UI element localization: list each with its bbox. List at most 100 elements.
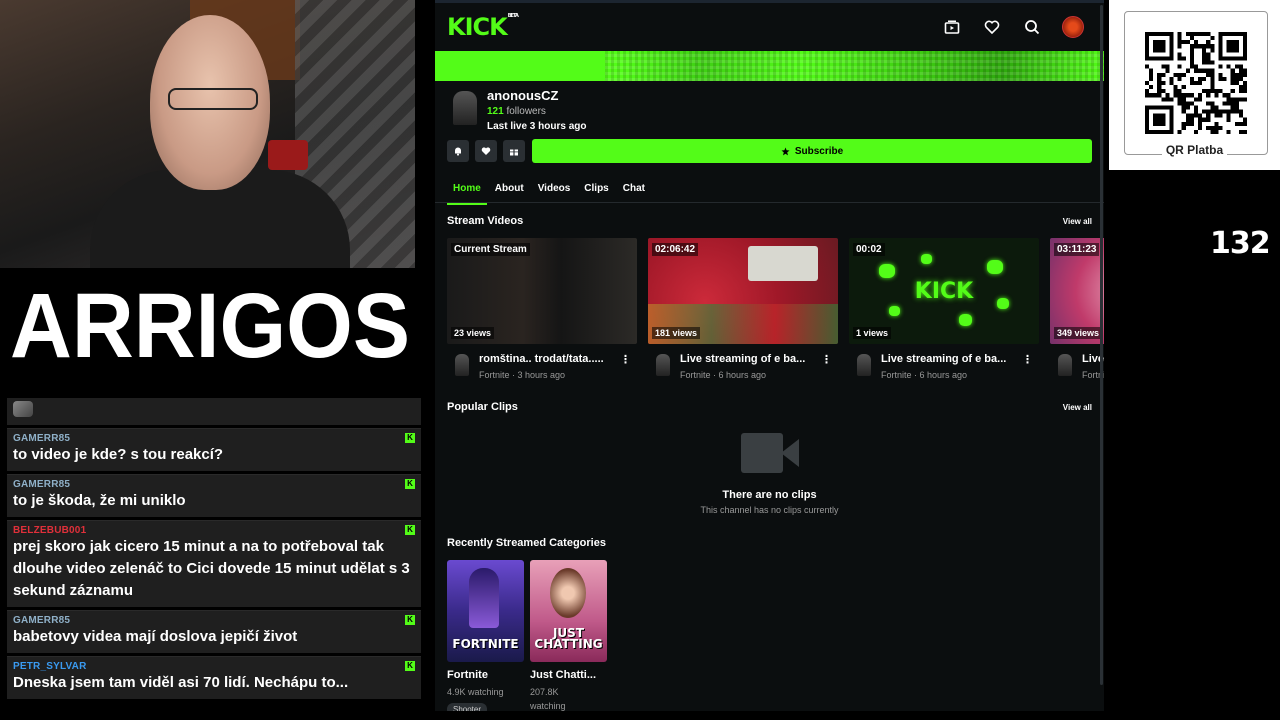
video-meta: Live Fortnite	[1050, 352, 1104, 390]
stream-videos-title: Stream Videos	[447, 215, 524, 227]
video-channel-avatar[interactable]	[1058, 354, 1072, 376]
chat-overlay: GAMERR85 K to video je kde? s tou reakcí…	[7, 398, 421, 702]
video-views: 349 views	[1054, 327, 1103, 339]
chat-username: PETR_SYLVAR	[13, 661, 87, 672]
chat-message: GAMERR85 K to video je kde? s tou reakcí…	[7, 428, 421, 471]
kick-blob-icon	[921, 254, 932, 264]
page-scrollbar[interactable]	[1100, 5, 1103, 685]
category-watching: 207.8K watching	[530, 687, 566, 711]
heart-icon[interactable]	[982, 17, 1002, 37]
clips-empty-state: There are no clips This channel has no c…	[435, 433, 1104, 515]
webcam-feed	[0, 0, 415, 268]
video-title[interactable]: Live streaming of e ba...	[680, 353, 820, 365]
video-card[interactable]: 03:11:23 349 views Live Fortnite	[1050, 238, 1104, 390]
qr-label: QR Platba	[1109, 143, 1280, 157]
video-channel-avatar[interactable]	[455, 354, 469, 376]
chat-message: GAMERR85 K babetovy videa mají doslova j…	[7, 610, 421, 653]
video-subtitle: Fortnite · 6 hours ago	[881, 370, 968, 380]
video-views: 181 views	[652, 327, 701, 339]
video-badge: Current Stream	[451, 243, 530, 256]
category-card[interactable]: FORTNITE Fortnite 4.9K watching Shooter	[447, 560, 524, 711]
chat-text: Dneska jsem tam viděl asi 70 lidí. Nechá…	[13, 674, 349, 691]
video-thumbnail[interactable]: 03:11:23 349 views	[1050, 238, 1104, 344]
video-title[interactable]: romština.. trodat/tata.....	[479, 353, 619, 365]
video-card[interactable]: KICK 00:02 1 views Live streaming of e b…	[849, 238, 1039, 390]
chat-text: to je škoda, že mi uniklo	[13, 492, 186, 509]
kick-badge-icon: K	[405, 479, 415, 489]
more-options-icon[interactable]: ⋮	[620, 353, 631, 366]
nav-icons	[942, 16, 1084, 38]
channel-name[interactable]: anonousCZ	[487, 88, 559, 103]
category-thumb-text: JUST CHATTING	[534, 626, 603, 651]
svg-text:ARRIGOS: ARRIGOS	[10, 275, 410, 377]
qr-frame	[1124, 11, 1268, 155]
more-options-icon[interactable]: ⋮	[821, 353, 832, 366]
tabs-divider	[435, 202, 1104, 203]
video-thumbnail[interactable]: 02:06:42 181 views	[648, 238, 838, 344]
qr-payment-panel: QR Platba	[1109, 0, 1280, 170]
video-thumbnail[interactable]: KICK 00:02 1 views	[849, 238, 1039, 344]
star-icon	[781, 147, 790, 155]
video-views: 1 views	[853, 327, 892, 339]
chat-text: prej skoro jak cicero 15 minut a na to p…	[13, 538, 410, 599]
chat-message: GAMERR85 K to je škoda, že mi uniklo	[7, 474, 421, 517]
channel-followers: 121 followers	[487, 106, 546, 117]
category-thumbnail[interactable]: JUST CHATTING	[530, 560, 607, 662]
video-badge: 03:11:23	[1054, 243, 1100, 256]
video-channel-avatar[interactable]	[656, 354, 670, 376]
cam-background-object	[268, 140, 308, 170]
chat-username: BELZEBUB001	[13, 525, 87, 536]
search-icon[interactable]	[1022, 17, 1042, 37]
popular-clips-title: Popular Clips	[447, 401, 518, 413]
stream-videos-view-all[interactable]: View all	[1063, 217, 1092, 226]
video-views: 23 views	[451, 327, 495, 339]
kick-blob-icon	[889, 306, 900, 316]
beta-badge: BETA	[507, 13, 519, 19]
category-thumb-text: FORTNITE	[452, 637, 519, 651]
video-meta: romština.. trodat/tata..... Fortnite · 3…	[447, 352, 637, 390]
kick-badge-icon: K	[405, 661, 415, 671]
chat-text: to video je kde? s tou reakcí?	[13, 446, 224, 463]
kick-blob-icon	[997, 298, 1009, 309]
subscribe-button[interactable]: Subscribe	[532, 139, 1092, 163]
category-card[interactable]: JUST CHATTING Just Chatti... 207.8K watch…	[530, 560, 607, 711]
qr-code-icon	[1145, 32, 1247, 134]
categories-list: FORTNITE Fortnite 4.9K watching Shooter …	[447, 560, 607, 711]
popular-clips-view-all[interactable]: View all	[1063, 403, 1092, 412]
video-channel-avatar[interactable]	[857, 354, 871, 376]
video-title[interactable]: Live streaming of e ba...	[881, 353, 1021, 365]
gift-button[interactable]	[503, 140, 525, 162]
category-watching: 4.9K watching	[447, 687, 504, 697]
user-avatar[interactable]	[1062, 16, 1084, 38]
kick-logo-thumb: KICK	[914, 278, 974, 304]
channel-avatar[interactable]	[453, 91, 477, 125]
kick-logo[interactable]: KICKBETA	[447, 13, 519, 41]
follow-button[interactable]	[475, 140, 497, 162]
kick-blob-icon	[987, 260, 1003, 274]
notify-button[interactable]	[447, 140, 469, 162]
category-name[interactable]: Just Chatti...	[530, 669, 607, 681]
video-subtitle: Fortnite · 6 hours ago	[680, 370, 767, 380]
video-thumbnail[interactable]: Current Stream 23 views	[447, 238, 637, 344]
more-options-icon[interactable]: ⋮	[1022, 353, 1033, 366]
category-thumbnail[interactable]: FORTNITE	[447, 560, 524, 662]
brand-logo: ARRIGOS	[0, 262, 420, 387]
video-card[interactable]: Current Stream 23 views romština.. troda…	[447, 238, 637, 390]
chat-text: babetovy videa mají doslova jepičí život	[13, 628, 298, 645]
channel-banner	[435, 51, 1104, 81]
chat-username: GAMERR85	[13, 479, 71, 490]
video-card[interactable]: 02:06:42 181 views Live streaming of e b…	[648, 238, 838, 390]
streamer-glasses	[168, 88, 258, 110]
kick-badge-icon: K	[405, 615, 415, 625]
category-name[interactable]: Fortnite	[447, 669, 524, 681]
chat-username: GAMERR85	[13, 615, 71, 626]
chat-username: GAMERR85	[13, 433, 71, 444]
category-tag[interactable]: Shooter	[447, 703, 488, 711]
browse-icon[interactable]	[942, 17, 962, 37]
categories-title: Recently Streamed Categories	[447, 537, 606, 549]
bell-icon	[455, 147, 461, 156]
kick-badge-icon: K	[405, 433, 415, 443]
chat-message: PETR_SYLVAR K Dneska jsem tam viděl asi …	[7, 656, 421, 699]
chat-message-emote	[7, 398, 421, 425]
video-meta: Live streaming of e ba... Fortnite · 6 h…	[849, 352, 1039, 390]
